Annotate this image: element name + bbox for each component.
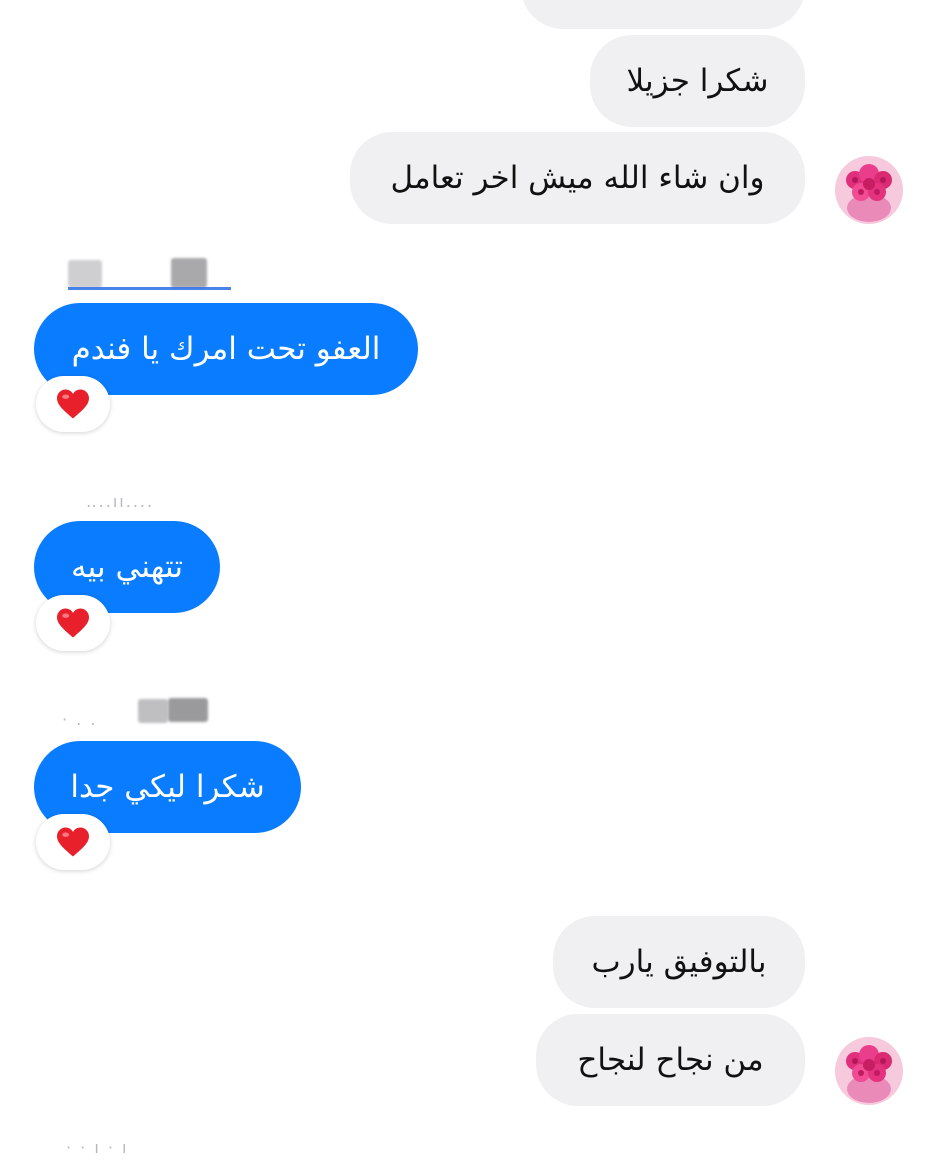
message-text: شكرا جزيلا (626, 62, 769, 99)
pink-roses-avatar (835, 156, 903, 224)
message-text: شكرا ليكي جدا (70, 768, 265, 805)
message-text: بالتوفيق يارب (591, 943, 767, 980)
contact-avatar[interactable] (835, 156, 903, 224)
heart-icon (57, 608, 89, 638)
heart-icon (57, 827, 89, 857)
message-text: العفو تحت امرك يا فندم (71, 330, 381, 367)
message-bubble-incoming[interactable]: وان شاء الله ميش اخر تعامل (350, 132, 805, 224)
sender-name-redacted (171, 258, 207, 288)
sender-name-redacted: · . . (62, 710, 98, 729)
message-bubble-incoming[interactable]: من نجاح لنجاح (536, 1014, 805, 1106)
contact-avatar[interactable] (835, 1037, 903, 1105)
message-text: وان شاء الله ميش اخر تعامل (390, 159, 765, 196)
message-text: من نجاح لنجاح (577, 1041, 764, 1078)
sender-name-underline (68, 287, 231, 290)
reaction-badge[interactable] (36, 814, 110, 870)
sender-name-redacted (138, 699, 168, 723)
message-text: تتهني بيه (71, 548, 183, 585)
message-bubble-incoming-partial[interactable] (521, 0, 805, 29)
message-bubble-incoming[interactable]: شكرا جزيلا (590, 35, 805, 127)
heart-icon (57, 389, 89, 419)
sender-name-redacted (68, 260, 102, 288)
pink-roses-avatar (835, 1037, 903, 1105)
reaction-badge[interactable] (36, 595, 110, 651)
sender-name-redacted: ‥..ıı.... (86, 492, 155, 511)
sender-name-redacted: · · ı · ı (66, 1138, 129, 1157)
sender-name-redacted (168, 698, 208, 722)
reaction-badge[interactable] (36, 376, 110, 432)
message-bubble-incoming[interactable]: بالتوفيق يارب (553, 916, 805, 1008)
